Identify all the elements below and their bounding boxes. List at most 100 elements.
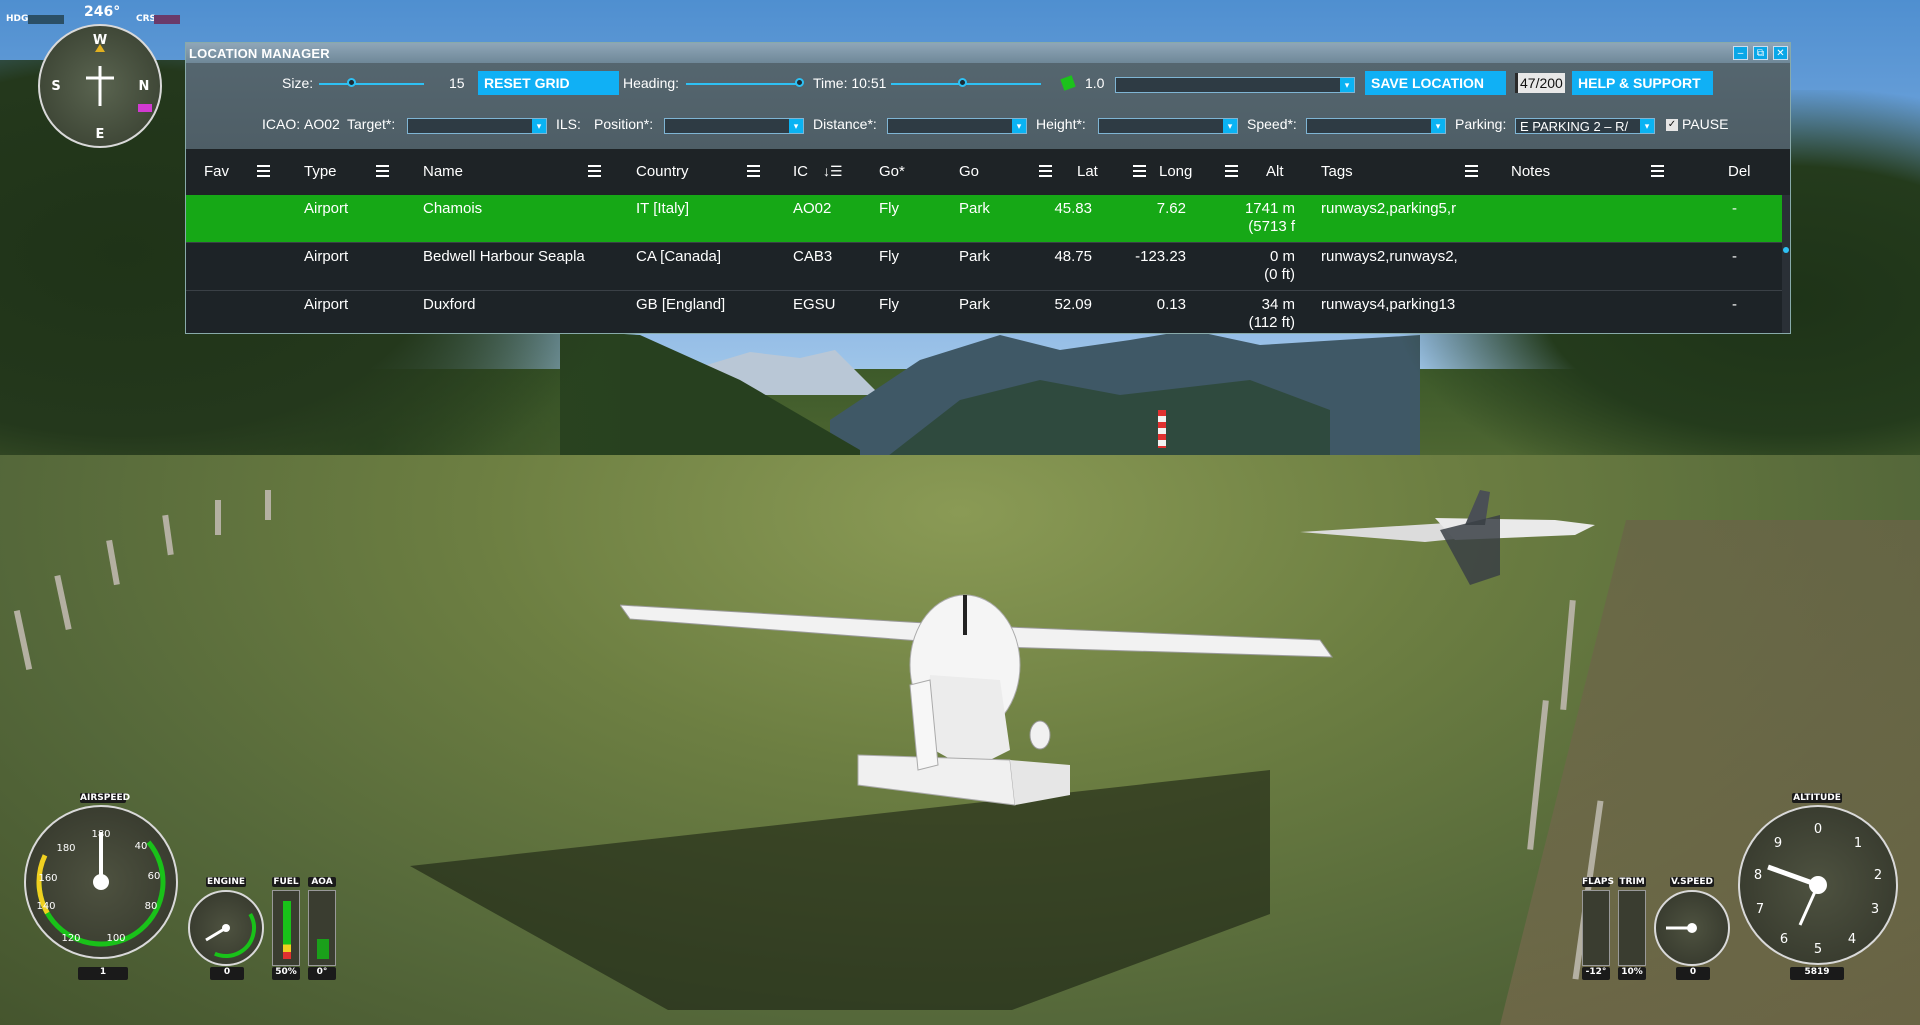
col-tags[interactable]: Tags [1321, 163, 1353, 180]
svg-text:N: N [139, 79, 150, 94]
popout-button[interactable]: ⧉ [1753, 46, 1768, 60]
chevron-down-icon: ▾ [789, 119, 803, 133]
position-select[interactable]: ▾ [664, 118, 804, 134]
svg-text:8: 8 [1754, 868, 1762, 883]
trim-gauge [1618, 890, 1646, 966]
fly-link[interactable]: Fly [879, 248, 899, 265]
close-button[interactable]: ✕ [1773, 46, 1788, 60]
col-notes[interactable]: Notes [1511, 163, 1550, 180]
preset-select[interactable]: ▾ [1115, 77, 1355, 93]
fuel-level-bar [283, 901, 291, 959]
fuel-gauge [272, 890, 300, 966]
time-rate-icon [1060, 75, 1076, 91]
crs-box[interactable] [154, 15, 180, 24]
reset-grid-button[interactable]: RESET GRID [478, 71, 619, 95]
speed-select[interactable]: ▾ [1306, 118, 1446, 134]
col-long[interactable]: Long [1159, 163, 1192, 180]
table-row[interactable]: Airport Chamois IT [Italy] AO02 Fly Park… [186, 195, 1783, 243]
col-lat[interactable]: Lat [1077, 163, 1098, 180]
cell-name: Bedwell Harbour Seapla [423, 248, 585, 265]
save-location-button[interactable]: SAVE LOCATION [1365, 71, 1506, 95]
column-menu-icon[interactable] [257, 165, 270, 177]
column-menu-icon[interactable] [1651, 165, 1664, 177]
trim-label: TRIM [1618, 877, 1646, 887]
target-select[interactable]: ▾ [407, 118, 547, 134]
delete-link[interactable]: - [1732, 248, 1737, 265]
svg-text:1: 1 [1854, 836, 1862, 851]
cell-icao: EGSU [793, 296, 836, 313]
cell-icao: CAB3 [793, 248, 833, 265]
heading-slider[interactable] [686, 83, 798, 85]
park-link[interactable]: Park [959, 296, 990, 313]
cell-long: 0.13 [1156, 296, 1186, 313]
cell-tags: runways4,parking13 [1321, 296, 1456, 313]
parked-plane [1300, 490, 1595, 585]
distance-select[interactable]: ▾ [887, 118, 1027, 134]
chevron-down-icon: ▾ [1431, 119, 1445, 133]
size-slider-knob[interactable] [347, 78, 356, 87]
park-link[interactable]: Park [959, 200, 990, 217]
col-icao[interactable]: IC [793, 163, 808, 180]
delete-link[interactable]: - [1732, 200, 1737, 217]
column-menu-icon[interactable] [747, 165, 760, 177]
window-titlebar[interactable]: LOCATION MANAGER – ⧉ ✕ [186, 43, 1790, 63]
fuel-readout: 50% [272, 967, 300, 980]
chevron-down-icon: ▾ [1223, 119, 1237, 133]
time-slider-knob[interactable] [958, 78, 967, 87]
engine-label: ENGINE [206, 877, 246, 887]
column-menu-icon[interactable] [1039, 165, 1052, 177]
svg-text:140: 140 [36, 901, 55, 912]
fuel-label: FUEL [272, 877, 300, 887]
table-row[interactable]: Airport Bedwell Harbour Seapla CA [Canad… [186, 243, 1783, 291]
column-menu-icon[interactable] [588, 165, 601, 177]
hdg-bug-box[interactable] [28, 15, 64, 24]
col-country[interactable]: Country [636, 163, 689, 180]
col-go-star[interactable]: Go* [879, 163, 905, 180]
cell-alt-m: 0 m [1269, 248, 1295, 265]
col-name[interactable]: Name [423, 163, 463, 180]
speed-label: Speed*: [1247, 116, 1297, 132]
chevron-down-icon: ▾ [1640, 119, 1654, 133]
col-alt[interactable]: Alt [1266, 163, 1284, 180]
park-link[interactable]: Park [959, 248, 990, 265]
location-count: 47/200 [1515, 73, 1565, 93]
flaps-label: FLAPS [1582, 877, 1614, 887]
parking-select[interactable]: E PARKING 2 – R/ ▾ [1515, 118, 1655, 134]
col-go[interactable]: Go [959, 163, 979, 180]
airspeed-dial-icon: 180180160140 120100806040 [36, 817, 166, 947]
cell-icao: AO02 [793, 200, 832, 217]
column-menu-icon[interactable] [1225, 165, 1238, 177]
table-scrollbar[interactable] [1782, 195, 1790, 333]
col-fav[interactable]: Fav [204, 163, 229, 180]
height-label: Height*: [1036, 116, 1086, 132]
table-row[interactable]: Airport Duxford GB [England] EGSU Fly Pa… [186, 291, 1783, 333]
help-support-button[interactable]: HELP & SUPPORT [1572, 71, 1713, 95]
column-menu-icon[interactable] [376, 165, 389, 177]
delete-link[interactable]: - [1732, 296, 1737, 313]
fly-link[interactable]: Fly [879, 200, 899, 217]
pause-label: PAUSE [1682, 116, 1729, 132]
heading-slider-knob[interactable] [795, 78, 804, 87]
col-type[interactable]: Type [304, 163, 337, 180]
size-slider[interactable] [319, 83, 424, 85]
column-menu-icon[interactable] [1465, 165, 1478, 177]
sort-desc-icon[interactable]: ↓☰ [823, 163, 843, 180]
position-label: Position*: [594, 116, 654, 132]
vspeed-needle-icon [1666, 923, 1697, 933]
svg-text:100: 100 [106, 933, 125, 944]
fly-link[interactable]: Fly [879, 296, 899, 313]
cell-long: 7.62 [1156, 200, 1186, 217]
column-menu-icon[interactable] [1133, 165, 1146, 177]
svg-text:180: 180 [56, 843, 75, 854]
cell-country: CA [Canada] [636, 248, 722, 265]
vspeed-readout: 0 [1676, 967, 1710, 980]
height-select[interactable]: ▾ [1098, 118, 1238, 134]
cell-name: Chamois [423, 200, 483, 217]
minimize-button[interactable]: – [1733, 46, 1748, 60]
location-manager-window[interactable]: LOCATION MANAGER – ⧉ ✕ Size: 15 RESET GR… [185, 42, 1791, 334]
col-del[interactable]: Del [1728, 163, 1751, 180]
pause-checkbox[interactable]: ✓ [1666, 119, 1678, 131]
cell-long: -123.23 [1135, 248, 1186, 265]
scrollbar-thumb[interactable] [1783, 247, 1789, 253]
fence-post [265, 490, 271, 520]
